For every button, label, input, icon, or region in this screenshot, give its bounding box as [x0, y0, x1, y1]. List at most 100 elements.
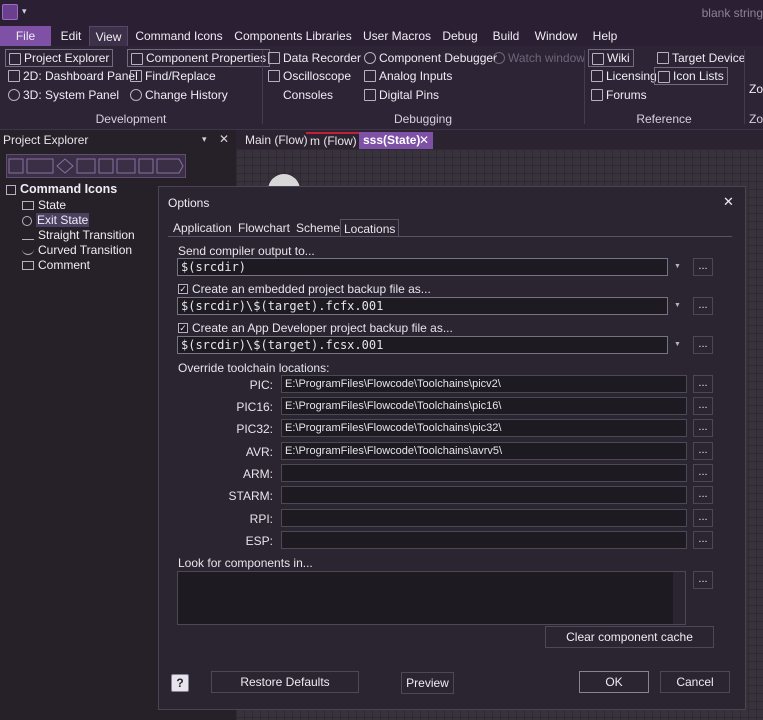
folder-icon [6, 184, 16, 195]
forums-button[interactable]: Forums [588, 86, 650, 104]
component-properties-button[interactable]: Component Properties [127, 49, 271, 67]
tab-flowchart[interactable]: Flowchart [235, 219, 293, 237]
tab-main-flow[interactable]: Main (Flow) [241, 132, 312, 149]
command-icons-strip-icon [8, 158, 184, 174]
compiler-output-combo[interactable]: $(srcdir) [177, 258, 668, 276]
menu-file[interactable]: File [0, 26, 51, 46]
embedded-backup-browse-button[interactable]: ... [693, 297, 713, 315]
combo-dropdown-icon[interactable]: ▼ [674, 341, 681, 348]
menu-edit[interactable]: Edit [55, 26, 87, 46]
data-recorder-button[interactable]: Data Recorder [265, 49, 364, 67]
clear-cache-button[interactable]: Clear component cache [545, 626, 714, 648]
dialog-close-icon[interactable]: ✕ [723, 194, 734, 210]
toolchain-path-field[interactable]: E:\ProgramFiles\Flowcode\Toolchains\pic3… [281, 419, 687, 437]
toolchain-path-field[interactable] [281, 486, 687, 504]
appdev-backup-browse-button[interactable]: ... [693, 336, 713, 354]
app-logo-icon[interactable] [2, 4, 18, 20]
change-history-button[interactable]: Change History [127, 86, 231, 104]
analog-icon [364, 70, 376, 82]
licensing-button[interactable]: Licensing [588, 67, 660, 85]
toolchain-label: PIC32: [236, 422, 273, 436]
menu-help[interactable]: Help [588, 26, 622, 46]
toolchain-path-field[interactable]: E:\ProgramFiles\Flowcode\Toolchains\picv… [281, 375, 687, 393]
panel-dropdown-icon[interactable]: ▾ [202, 134, 207, 145]
debugging-group-label: Debugging [393, 112, 453, 126]
toolchain-path-field[interactable] [281, 509, 687, 527]
restore-defaults-button[interactable]: Restore Defaults [211, 671, 359, 693]
tab-close-icon[interactable]: ✕ [419, 132, 429, 149]
toolchain-browse-button[interactable]: ... [693, 419, 713, 437]
toolchain-browse-button[interactable]: ... [693, 531, 713, 549]
tree-item-state[interactable]: State [22, 198, 66, 212]
menu-build[interactable]: Build [488, 26, 524, 46]
panel-close-icon[interactable]: ✕ [219, 132, 229, 146]
appdev-backup-checkbox[interactable]: ✓ [178, 323, 188, 333]
toolchain-path-field[interactable] [281, 464, 687, 482]
toolchain-path-field[interactable]: E:\ProgramFiles\Flowcode\Toolchains\pic1… [281, 397, 687, 415]
analog-inputs-button[interactable]: Analog Inputs [361, 67, 455, 85]
help-icon[interactable]: ? [171, 674, 189, 692]
toolchain-label: PIC16: [236, 400, 273, 414]
digital-pins-button[interactable]: Digital Pins [361, 86, 442, 104]
digital-icon [364, 89, 376, 101]
combo-dropdown-icon[interactable]: ▼ [674, 263, 681, 270]
ok-button[interactable]: OK [579, 671, 649, 693]
menu-components-libraries[interactable]: Components Libraries [234, 26, 352, 46]
zoom-group-label: Zo [749, 112, 763, 126]
tab-scheme[interactable]: Scheme [293, 219, 343, 237]
find-replace-button[interactable]: Find/Replace [127, 67, 219, 85]
list-icon [658, 71, 670, 83]
tab-m-flow[interactable]: m (Flow) [306, 132, 361, 149]
recorder-icon [268, 52, 280, 64]
target-device-button[interactable]: Target Device [654, 49, 748, 67]
project-explorer-button[interactable]: Project Explorer [5, 49, 114, 67]
system-panel-button[interactable]: 3D: System Panel [5, 86, 122, 104]
tab-application[interactable]: Application [170, 219, 235, 237]
component-paths-textarea[interactable] [177, 571, 686, 625]
toolchain-label: RPI: [249, 512, 273, 526]
component-paths-browse-button[interactable]: ... [693, 571, 713, 589]
forum-icon [591, 89, 603, 101]
combo-dropdown-icon[interactable]: ▼ [674, 302, 681, 309]
embedded-backup-checkbox[interactable]: ✓ [178, 284, 188, 294]
textarea-scrollbar[interactable] [673, 572, 685, 624]
toolchain-path-field[interactable] [281, 531, 687, 549]
command-icons-toolbar[interactable] [6, 154, 186, 178]
dashboard-panel-button[interactable]: 2D: Dashboard Panel [5, 67, 141, 85]
component-debugger-button[interactable]: Component Debugger [361, 49, 500, 67]
quick-access-arrow-icon[interactable]: ▾ [22, 6, 27, 17]
properties-icon [131, 53, 143, 65]
development-group-label: Development [95, 112, 167, 126]
embedded-backup-combo[interactable]: $(srcdir)\$(target).fcfx.001 [177, 297, 668, 315]
toolchain-browse-button[interactable]: ... [693, 509, 713, 527]
cancel-button[interactable]: Cancel [660, 671, 730, 693]
watch-window-button[interactable]: Watch window [490, 49, 588, 67]
compiler-output-browse-button[interactable]: ... [693, 258, 713, 276]
license-icon [591, 70, 603, 82]
menu-window[interactable]: Window [532, 26, 580, 46]
toolchain-browse-button[interactable]: ... [693, 442, 713, 460]
oscilloscope-button[interactable]: Oscilloscope [265, 67, 354, 85]
wiki-button[interactable]: Wiki [588, 49, 634, 67]
tree-item-straight-transition[interactable]: Straight Transition [22, 228, 135, 242]
tree-item-exit-state[interactable]: Exit State [22, 213, 90, 227]
tab-sss-state[interactable]: sss(State) ✕ [359, 132, 433, 149]
menu-debug[interactable]: Debug [440, 26, 480, 46]
icon-lists-button[interactable]: Icon Lists [654, 67, 728, 85]
tree-item-comment[interactable]: Comment [22, 258, 90, 272]
menu-view[interactable]: View [89, 26, 128, 46]
zoom-button[interactable]: Zo [745, 80, 763, 98]
tree-root-command-icons[interactable]: Command Icons [6, 182, 117, 196]
consoles-button[interactable]: Consoles [265, 86, 336, 104]
toolchain-browse-button[interactable]: ... [693, 397, 713, 415]
toolchain-browse-button[interactable]: ... [693, 464, 713, 482]
menu-command-icons[interactable]: Command Icons [133, 26, 225, 46]
toolchain-browse-button[interactable]: ... [693, 375, 713, 393]
appdev-backup-combo[interactable]: $(srcdir)\$(target).fcsx.001 [177, 336, 668, 354]
toolchain-browse-button[interactable]: ... [693, 486, 713, 504]
toolchain-path-field[interactable]: E:\ProgramFiles\Flowcode\Toolchains\avrv… [281, 442, 687, 460]
tab-locations[interactable]: Locations [340, 219, 400, 237]
preview-button[interactable]: Preview [401, 672, 454, 694]
menu-user-macros[interactable]: User Macros [360, 26, 434, 46]
tree-item-curved-transition[interactable]: Curved Transition [22, 243, 132, 257]
